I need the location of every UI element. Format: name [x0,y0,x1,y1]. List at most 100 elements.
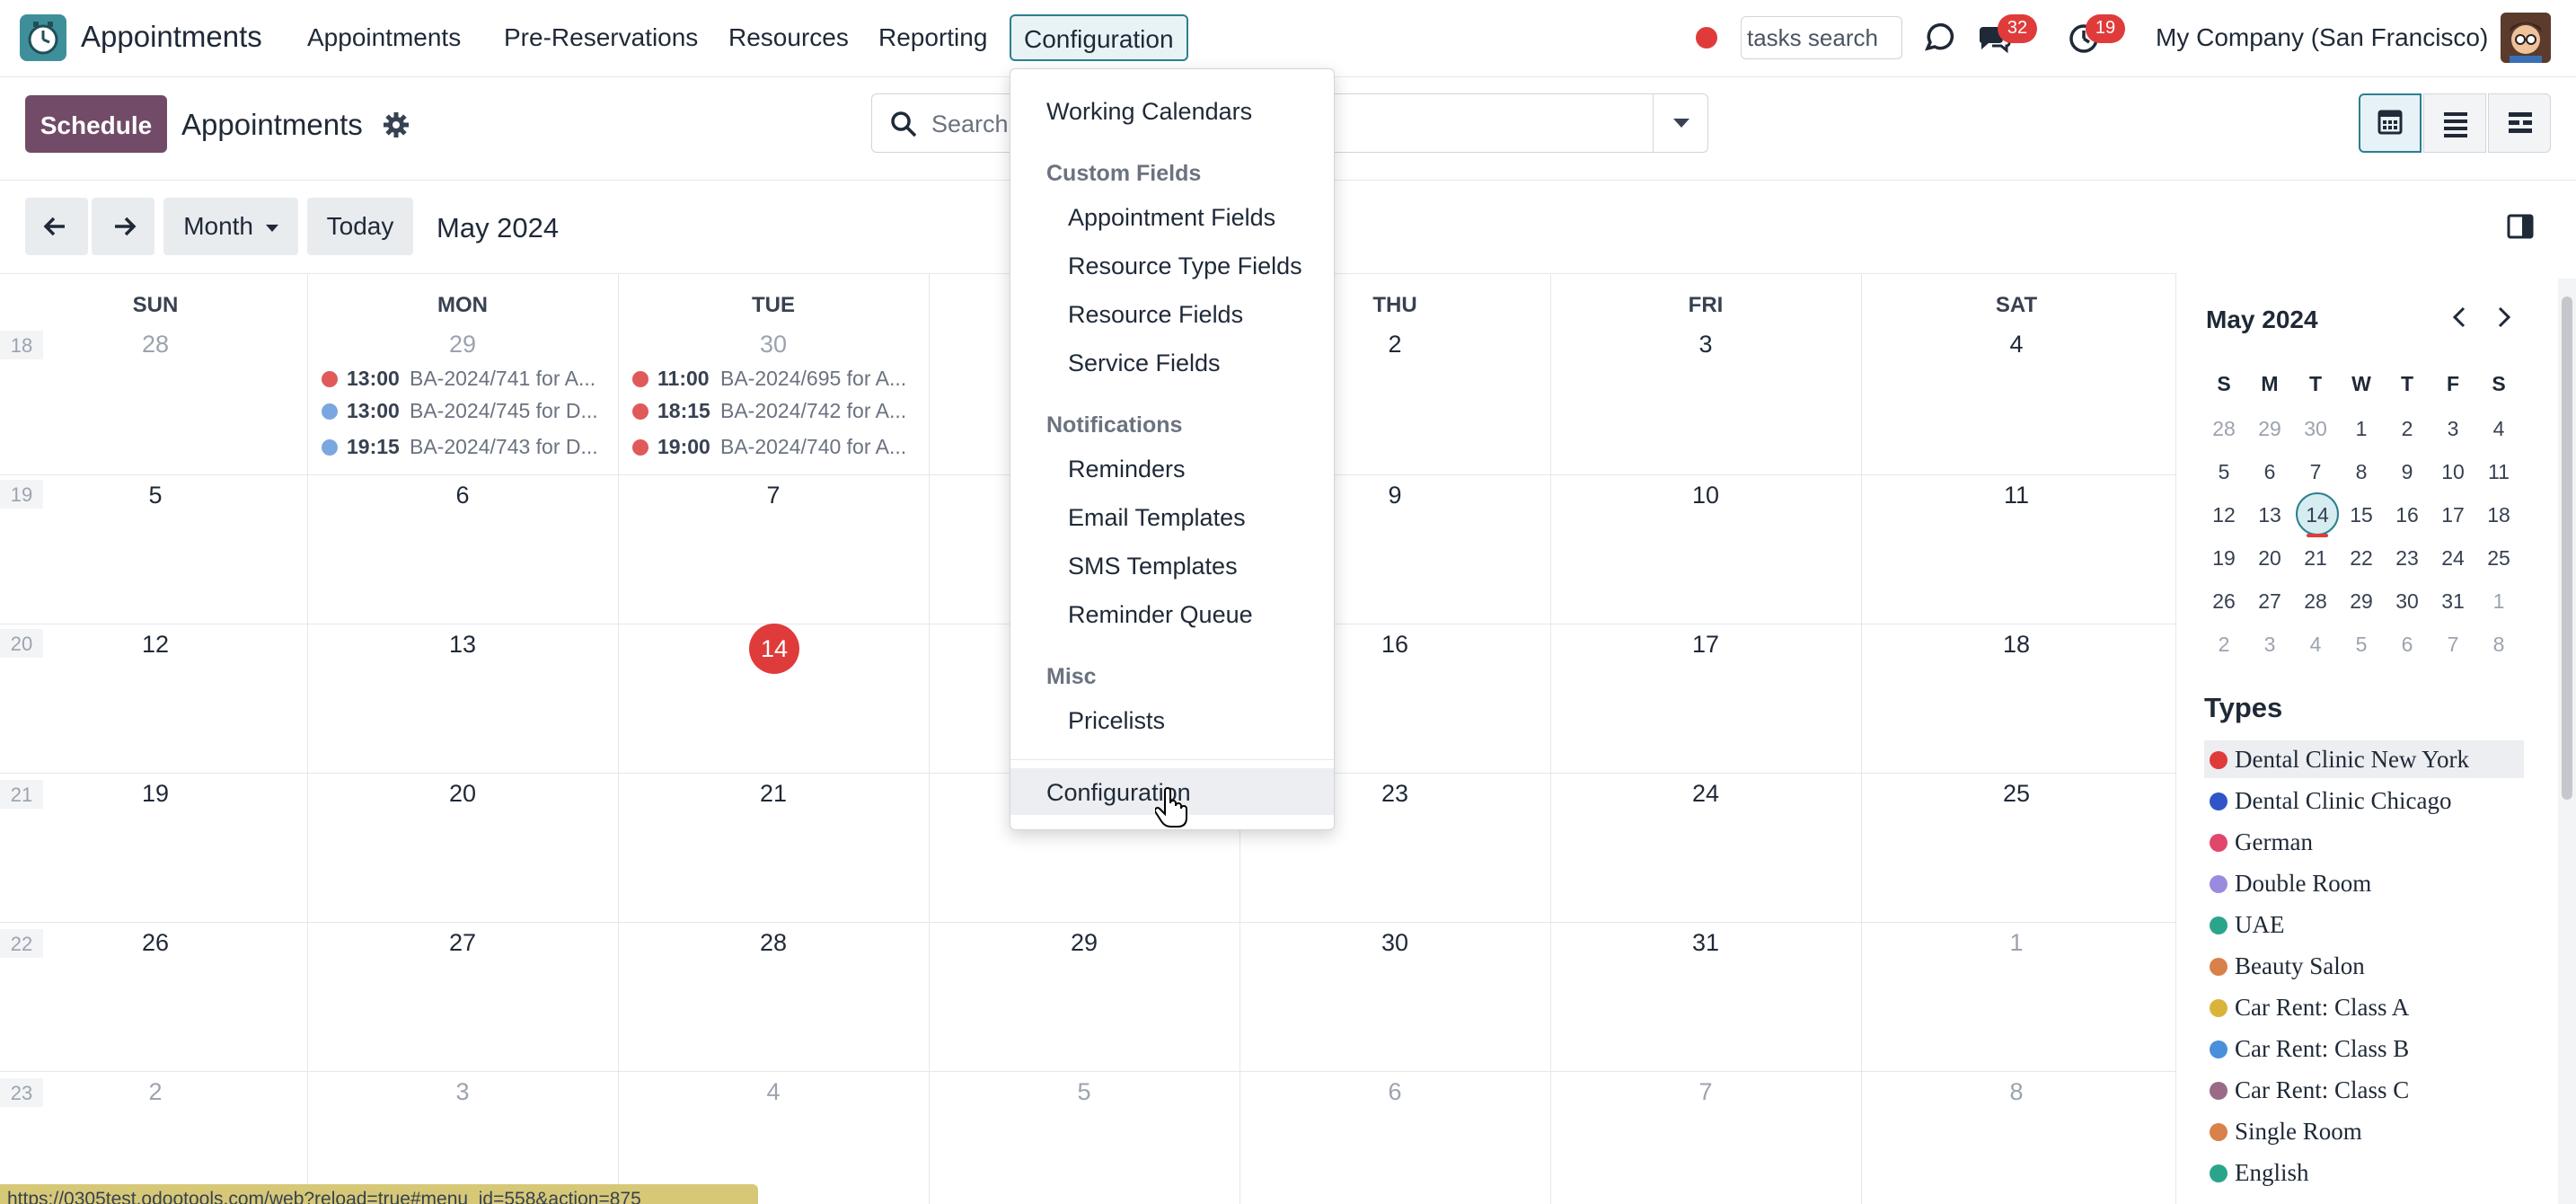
day-cell[interactable]: 12 [0,631,311,659]
company-switcher[interactable]: My Company (San Francisco) [2156,23,2488,52]
app-title[interactable]: Appointments [81,20,262,54]
search-options-toggle[interactable] [1653,93,1708,153]
page-title[interactable]: Appointments [181,108,363,142]
menu-item-pricelists[interactable]: Pricelists [1010,696,1334,743]
menu-item-email-templates[interactable]: Email Templates [1010,493,1334,540]
mini-day[interactable]: 20 [2248,546,2291,571]
user-avatar[interactable] [2501,13,2551,63]
day-cell[interactable]: 20 [307,780,618,808]
gear-icon[interactable] [383,111,410,138]
side-panel-toggle-icon[interactable] [2506,212,2535,241]
day-cell[interactable]: 7 [1550,1078,1861,1106]
mini-day[interactable]: 1 [2477,589,2520,614]
day-cell[interactable]: 10 [1550,482,1861,509]
scale-dropdown[interactable]: Month [163,198,298,255]
type-filter-item[interactable]: UAE [2204,906,2524,943]
day-cell[interactable]: 4 [618,1078,929,1106]
day-cell[interactable]: 2 [0,1078,311,1106]
mini-day[interactable]: 16 [2386,503,2429,527]
mini-day[interactable]: 12 [2202,503,2245,527]
type-filter-item[interactable]: Car Rent: Class A [2204,988,2524,1026]
mini-day[interactable]: 28 [2294,589,2337,614]
recording-indicator-icon[interactable] [1696,27,1717,49]
mini-day[interactable]: 11 [2477,460,2520,484]
day-cell[interactable]: 27 [307,929,618,957]
day-cell[interactable]: 3 [307,1078,618,1106]
previous-button[interactable] [25,198,88,255]
day-cell[interactable]: 21 [618,780,929,808]
mini-day[interactable]: 4 [2477,417,2520,441]
calendar-event[interactable]: 19:00 BA-2024/740 for A... [632,431,927,464]
today-button[interactable]: Today [307,198,413,255]
type-filter-item[interactable]: Double Room [2204,864,2524,902]
day-cell[interactable]: 4 [1861,331,2172,359]
mini-day[interactable]: 25 [2477,546,2520,571]
menu-item-appointment-fields[interactable]: Appointment Fields [1010,193,1334,240]
mini-day[interactable]: 24 [2431,546,2475,571]
mini-day[interactable]: 10 [2431,460,2475,484]
mini-day[interactable]: 7 [2431,633,2475,657]
mini-day[interactable]: 27 [2248,589,2291,614]
mini-day[interactable]: 4 [2294,633,2337,657]
menu-pre-reservations[interactable]: Pre-Reservations [504,23,698,52]
mini-day[interactable]: 5 [2202,460,2245,484]
menu-item-sms-templates[interactable]: SMS Templates [1010,542,1334,589]
mini-day[interactable]: 2 [2386,417,2429,441]
mini-day[interactable]: 5 [2340,633,2383,657]
type-filter-item[interactable]: Car Rent: Class B [2204,1030,2524,1067]
gantt-view-button[interactable] [2488,93,2551,153]
mini-day[interactable]: 19 [2202,546,2245,571]
type-filter-item[interactable]: English [2204,1154,2524,1191]
mini-day[interactable]: 6 [2386,633,2429,657]
sidebar-scrollbar[interactable] [2558,279,2576,1204]
mini-day[interactable]: 15 [2340,503,2383,527]
today-marker[interactable]: 14 [749,624,799,674]
menu-configuration[interactable]: Configuration [1010,14,1188,61]
menu-item-reminders[interactable]: Reminders [1010,445,1334,491]
menu-item-reminder-queue[interactable]: Reminder Queue [1010,590,1334,637]
schedule-button[interactable]: Schedule [25,95,167,153]
scrollbar-thumb[interactable] [2562,297,2572,800]
day-cell[interactable]: 31 [1550,929,1861,957]
mini-day[interactable]: 31 [2431,589,2475,614]
menu-item-working-calendars[interactable]: Working Calendars [1010,87,1334,134]
calendar-event[interactable]: 13:00 BA-2024/745 for D... [322,395,616,428]
day-cell[interactable]: 1 [1861,929,2172,957]
menu-reporting[interactable]: Reporting [878,23,987,52]
mini-day-today[interactable]: 14 [2296,503,2339,527]
day-cell[interactable]: 5 [929,1078,1239,1106]
mini-day[interactable]: 3 [2431,417,2475,441]
mini-day[interactable]: 26 [2202,589,2245,614]
mini-day[interactable]: 6 [2248,460,2291,484]
mini-day[interactable]: 9 [2386,460,2429,484]
menu-item-service-fields[interactable]: Service Fields [1010,339,1334,385]
mini-day[interactable]: 7 [2294,460,2337,484]
menu-appointments[interactable]: Appointments [307,23,461,52]
mini-day[interactable]: 17 [2431,503,2475,527]
type-filter-item[interactable]: German [2204,823,2524,861]
day-cell[interactable]: 25 [1861,780,2172,808]
day-cell[interactable]: 6 [307,482,618,509]
tasks-search-input[interactable] [1741,16,1902,59]
day-cell[interactable]: 28 [0,331,311,359]
menu-resources[interactable]: Resources [728,23,849,52]
day-cell[interactable]: 6 [1239,1078,1550,1106]
mini-day[interactable]: 8 [2340,460,2383,484]
mini-day[interactable]: 22 [2340,546,2383,571]
day-cell[interactable]: 18 [1861,631,2172,659]
menu-item-resource-type-fields[interactable]: Resource Type Fields [1010,242,1334,288]
day-cell[interactable]: 13 [307,631,618,659]
day-cell[interactable]: 28 [618,929,929,957]
mini-day[interactable]: 30 [2386,589,2429,614]
mini-day[interactable]: 1 [2340,417,2383,441]
mini-day[interactable]: 3 [2248,633,2291,657]
day-cell[interactable]: 5 [0,482,311,509]
next-button[interactable] [92,198,154,255]
appointments-app-icon[interactable] [20,14,66,61]
day-cell[interactable]: 3 [1550,331,1861,359]
type-filter-item[interactable]: Dental Clinic Chicago [2204,782,2524,819]
mini-day[interactable]: 21 [2294,546,2337,571]
mini-day[interactable]: 28 [2202,417,2245,441]
mini-day[interactable]: 13 [2248,503,2291,527]
calendar-event[interactable]: 11:00 BA-2024/695 for A... [632,363,927,395]
